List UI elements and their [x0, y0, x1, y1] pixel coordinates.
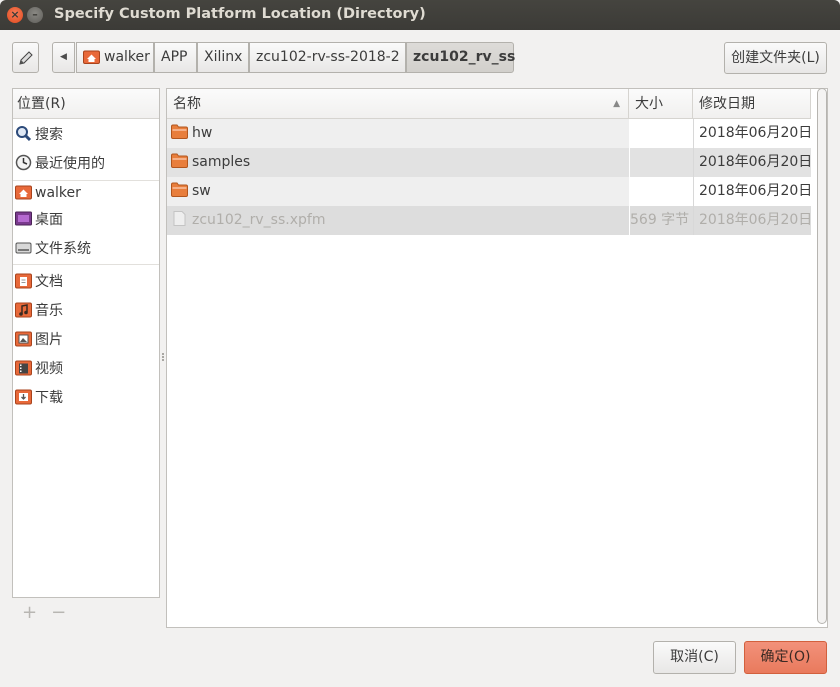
places-sidebar: 位置(R) 搜索 最近使用的 walker 桌面 文件系统 文档 音乐 图片 视… — [12, 88, 160, 598]
file-size — [629, 177, 693, 206]
breadcrumb-walker[interactable]: walker — [76, 42, 154, 73]
home-folder-icon — [15, 185, 32, 199]
file-row-samples[interactable]: samples 2018年06月20日 — [167, 148, 811, 177]
file-name: sw — [192, 183, 211, 199]
file-name: hw — [192, 125, 213, 141]
folder-icon — [171, 153, 188, 168]
sort-ascending-icon: ▲ — [613, 99, 620, 109]
add-bookmark-button[interactable]: + — [22, 602, 37, 623]
file-row-sw[interactable]: sw 2018年06月20日 — [167, 177, 811, 206]
remove-bookmark-button[interactable]: − — [51, 602, 66, 623]
breadcrumb-back-button[interactable]: ◀ — [52, 42, 75, 73]
breadcrumb-zcu102-rv-ss-2018-2[interactable]: zcu102-rv-ss-2018-2 — [249, 42, 406, 73]
sidebar-bookmark-controls: + − — [22, 602, 80, 623]
file-list: 名称 ▲ 大小 修改日期 hw 2018年06月20日 samples 2018… — [166, 88, 828, 628]
sidebar-item-documents[interactable]: 文档 — [15, 269, 63, 295]
breadcrumb-label: walker — [104, 49, 150, 65]
minimize-window-button[interactable]: – — [27, 7, 43, 23]
file-modified: 2018年06月20日 — [693, 148, 811, 177]
column-name-label: 名称 — [173, 96, 201, 112]
music-icon — [15, 302, 32, 317]
file-row-xpfm: zcu102_rv_ss.xpfm 569 字节 2018年06月20日 — [167, 206, 811, 235]
folder-icon — [171, 182, 188, 197]
places-header: 位置(R) — [13, 89, 159, 119]
column-header-size[interactable]: 大小 — [629, 89, 693, 119]
downloads-icon — [15, 389, 32, 404]
create-folder-button[interactable]: 创建文件夹(L) — [724, 42, 827, 74]
sidebar-item-filesystem[interactable]: 文件系统 — [15, 236, 91, 262]
file-modified: 2018年06月20日 — [693, 177, 811, 206]
sidebar-item-music[interactable]: 音乐 — [15, 298, 63, 324]
file-modified: 2018年06月20日 — [693, 119, 811, 148]
search-icon — [16, 125, 32, 141]
desktop-icon — [15, 211, 32, 225]
breadcrumb-zcu102-rv-ss[interactable]: zcu102_rv_ss — [406, 42, 515, 73]
file-row-hw[interactable]: hw 2018年06月20日 — [167, 119, 811, 148]
title-bar: × – Specify Custom Platform Location (Di… — [0, 0, 840, 30]
column-header-name[interactable]: 名称 ▲ — [167, 89, 629, 119]
file-name: samples — [192, 154, 251, 170]
file-size: 569 字节 — [629, 206, 693, 235]
pictures-icon — [15, 331, 32, 346]
breadcrumb-app[interactable]: APP — [154, 42, 197, 73]
sidebar-item-walker[interactable]: walker — [15, 180, 81, 206]
column-header-modified[interactable]: 修改日期 — [693, 89, 811, 119]
sidebar-item-pictures[interactable]: 图片 — [15, 327, 63, 353]
documents-icon — [15, 273, 32, 288]
breadcrumb-xilinx[interactable]: Xilinx — [197, 42, 249, 73]
file-size — [629, 119, 693, 148]
recent-icon — [15, 154, 32, 170]
videos-icon — [15, 360, 32, 375]
file-icon — [173, 210, 186, 226]
file-modified: 2018年06月20日 — [693, 206, 811, 235]
window-title: Specify Custom Platform Location (Direct… — [54, 6, 426, 22]
file-name: zcu102_rv_ss.xpfm — [192, 212, 326, 228]
ok-button[interactable]: 确定(O) — [744, 641, 827, 674]
drive-icon — [15, 242, 32, 253]
file-size — [629, 148, 693, 177]
pencil-icon — [19, 51, 33, 65]
cancel-button[interactable]: 取消(C) — [653, 641, 736, 674]
home-folder-icon — [83, 50, 100, 64]
type-location-button[interactable] — [12, 42, 39, 73]
pane-resize-handle[interactable] — [161, 352, 165, 362]
sidebar-separator — [13, 264, 159, 265]
vertical-scrollbar[interactable] — [815, 88, 828, 626]
close-window-button[interactable]: × — [7, 7, 23, 23]
sidebar-item-search[interactable]: 搜索 — [15, 122, 63, 148]
sidebar-item-recent[interactable]: 最近使用的 — [15, 151, 105, 177]
sidebar-item-desktop[interactable]: 桌面 — [15, 207, 63, 233]
sidebar-item-videos[interactable]: 视频 — [15, 356, 63, 382]
sidebar-item-downloads[interactable]: 下载 — [15, 385, 63, 411]
folder-icon — [171, 124, 188, 139]
